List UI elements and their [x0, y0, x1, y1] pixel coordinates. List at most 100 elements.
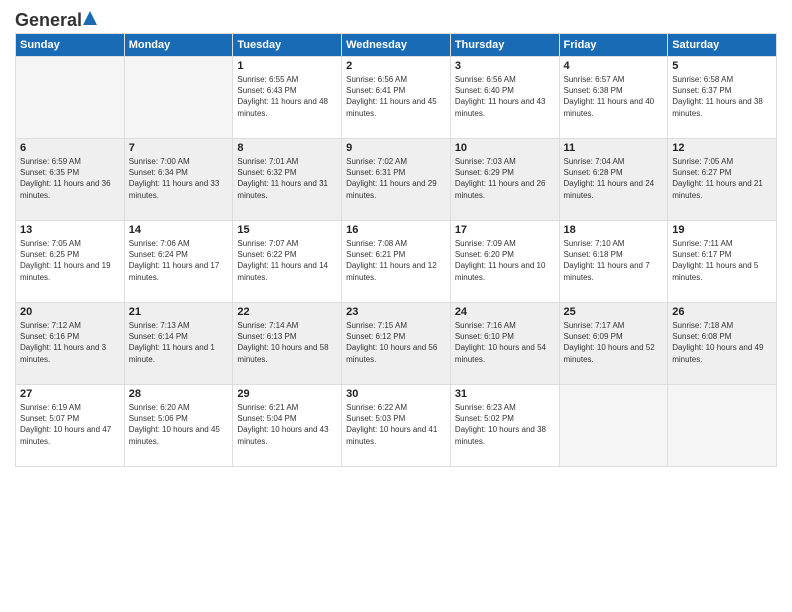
day-number: 18 [564, 224, 664, 236]
day-number: 20 [20, 306, 120, 318]
weekday-header: Saturday [668, 34, 777, 57]
day-number: 22 [237, 306, 337, 318]
cell-content: Sunrise: 6:56 AM Sunset: 6:41 PM Dayligh… [346, 74, 446, 119]
cell-content: Sunrise: 7:17 AM Sunset: 6:09 PM Dayligh… [564, 320, 664, 365]
calendar-cell: 9 Sunrise: 7:02 AM Sunset: 6:31 PM Daylig… [342, 139, 451, 221]
calendar-cell: 27 Sunrise: 6:19 AM Sunset: 5:07 PM Dayli… [16, 385, 125, 467]
day-number: 27 [20, 388, 120, 400]
cell-content: Sunrise: 6:23 AM Sunset: 5:02 PM Dayligh… [455, 402, 555, 447]
cell-content: Sunrise: 7:15 AM Sunset: 6:12 PM Dayligh… [346, 320, 446, 365]
cell-content: Sunrise: 7:16 AM Sunset: 6:10 PM Dayligh… [455, 320, 555, 365]
day-number: 28 [129, 388, 229, 400]
cell-content: Sunrise: 6:59 AM Sunset: 6:35 PM Dayligh… [20, 156, 120, 201]
calendar-cell: 22 Sunrise: 7:14 AM Sunset: 6:13 PM Dayli… [233, 303, 342, 385]
calendar-cell: 7 Sunrise: 7:00 AM Sunset: 6:34 PM Daylig… [124, 139, 233, 221]
cell-content: Sunrise: 6:22 AM Sunset: 5:03 PM Dayligh… [346, 402, 446, 447]
day-number: 16 [346, 224, 446, 236]
cell-content: Sunrise: 7:08 AM Sunset: 6:21 PM Dayligh… [346, 238, 446, 283]
cell-content: Sunrise: 7:10 AM Sunset: 6:18 PM Dayligh… [564, 238, 664, 283]
weekday-header: Wednesday [342, 34, 451, 57]
calendar-cell [668, 385, 777, 467]
header: General [15, 10, 777, 27]
page: General SundayMondayTuesdayWednesdayThur… [0, 0, 792, 612]
calendar: SundayMondayTuesdayWednesdayThursdayFrid… [15, 33, 777, 467]
cell-content: Sunrise: 7:00 AM Sunset: 6:34 PM Dayligh… [129, 156, 229, 201]
weekday-header: Sunday [16, 34, 125, 57]
calendar-cell: 8 Sunrise: 7:01 AM Sunset: 6:32 PM Daylig… [233, 139, 342, 221]
day-number: 10 [455, 142, 555, 154]
day-number: 12 [672, 142, 772, 154]
cell-content: Sunrise: 6:20 AM Sunset: 5:06 PM Dayligh… [129, 402, 229, 447]
calendar-cell: 14Sunrise: 7:06 AM Sunset: 6:24 PM Dayli… [124, 221, 233, 303]
day-number: 25 [564, 306, 664, 318]
calendar-cell: 12 Sunrise: 7:05 AM Sunset: 6:27 PM Dayli… [668, 139, 777, 221]
day-number: 13 [20, 224, 120, 236]
weekday-header: Monday [124, 34, 233, 57]
day-number: 29 [237, 388, 337, 400]
calendar-cell: 4Sunrise: 6:57 AM Sunset: 6:38 PM Daylig… [559, 57, 668, 139]
weekday-header: Friday [559, 34, 668, 57]
calendar-week-row: 6 Sunrise: 6:59 AM Sunset: 6:35 PM Daylig… [16, 139, 777, 221]
day-number: 15 [237, 224, 337, 236]
calendar-cell: 16 Sunrise: 7:08 AM Sunset: 6:21 PM Dayli… [342, 221, 451, 303]
cell-content: Sunrise: 6:56 AM Sunset: 6:40 PM Dayligh… [455, 74, 555, 119]
cell-content: Sunrise: 7:04 AM Sunset: 6:28 PM Dayligh… [564, 156, 664, 201]
calendar-cell: 31 Sunrise: 6:23 AM Sunset: 5:02 PM Dayli… [450, 385, 559, 467]
day-number: 2 [346, 60, 446, 72]
day-number: 14 [129, 224, 229, 236]
calendar-cell: 29 Sunrise: 6:21 AM Sunset: 5:04 PM Dayli… [233, 385, 342, 467]
cell-content: Sunrise: 6:58 AM Sunset: 6:37 PM Dayligh… [672, 74, 772, 119]
cell-content: Sunrise: 6:57 AM Sunset: 6:38 PM Dayligh… [564, 74, 664, 119]
weekday-header: Thursday [450, 34, 559, 57]
calendar-week-row: 27 Sunrise: 6:19 AM Sunset: 5:07 PM Dayli… [16, 385, 777, 467]
day-number: 5 [672, 60, 772, 72]
calendar-cell: 28 Sunrise: 6:20 AM Sunset: 5:06 PM Dayli… [124, 385, 233, 467]
cell-content: Sunrise: 7:01 AM Sunset: 6:32 PM Dayligh… [237, 156, 337, 201]
cell-content: Sunrise: 7:02 AM Sunset: 6:31 PM Dayligh… [346, 156, 446, 201]
cell-content: Sunrise: 6:21 AM Sunset: 5:04 PM Dayligh… [237, 402, 337, 447]
cell-content: Sunrise: 7:09 AM Sunset: 6:20 PM Dayligh… [455, 238, 555, 283]
calendar-cell: 1Sunrise: 6:55 AM Sunset: 6:43 PM Daylig… [233, 57, 342, 139]
calendar-cell: 10 Sunrise: 7:03 AM Sunset: 6:29 PM Dayli… [450, 139, 559, 221]
calendar-cell: 18 Sunrise: 7:10 AM Sunset: 6:18 PM Dayli… [559, 221, 668, 303]
day-number: 26 [672, 306, 772, 318]
day-number: 21 [129, 306, 229, 318]
calendar-cell: 21 Sunrise: 7:13 AM Sunset: 6:14 PM Dayli… [124, 303, 233, 385]
calendar-cell: 19Sunrise: 7:11 AM Sunset: 6:17 PM Dayli… [668, 221, 777, 303]
calendar-week-row: 1Sunrise: 6:55 AM Sunset: 6:43 PM Daylig… [16, 57, 777, 139]
calendar-cell: 11Sunrise: 7:04 AM Sunset: 6:28 PM Dayli… [559, 139, 668, 221]
cell-content: Sunrise: 7:05 AM Sunset: 6:27 PM Dayligh… [672, 156, 772, 201]
day-number: 8 [237, 142, 337, 154]
calendar-cell: 30Sunrise: 6:22 AM Sunset: 5:03 PM Dayli… [342, 385, 451, 467]
day-number: 7 [129, 142, 229, 154]
logo-general: General [15, 10, 82, 31]
cell-content: Sunrise: 7:13 AM Sunset: 6:14 PM Dayligh… [129, 320, 229, 365]
calendar-cell: 17 Sunrise: 7:09 AM Sunset: 6:20 PM Dayli… [450, 221, 559, 303]
calendar-cell [16, 57, 125, 139]
calendar-header-row: SundayMondayTuesdayWednesdayThursdayFrid… [16, 34, 777, 57]
cell-content: Sunrise: 7:05 AM Sunset: 6:25 PM Dayligh… [20, 238, 120, 283]
calendar-cell: 25 Sunrise: 7:17 AM Sunset: 6:09 PM Dayli… [559, 303, 668, 385]
cell-content: Sunrise: 7:07 AM Sunset: 6:22 PM Dayligh… [237, 238, 337, 283]
day-number: 9 [346, 142, 446, 154]
calendar-cell: 23 Sunrise: 7:15 AM Sunset: 6:12 PM Dayli… [342, 303, 451, 385]
calendar-week-row: 13 Sunrise: 7:05 AM Sunset: 6:25 PM Dayli… [16, 221, 777, 303]
weekday-header: Tuesday [233, 34, 342, 57]
calendar-cell: 6 Sunrise: 6:59 AM Sunset: 6:35 PM Daylig… [16, 139, 125, 221]
day-number: 6 [20, 142, 120, 154]
day-number: 23 [346, 306, 446, 318]
calendar-cell: 26 Sunrise: 7:18 AM Sunset: 6:08 PM Dayli… [668, 303, 777, 385]
cell-content: Sunrise: 7:12 AM Sunset: 6:16 PM Dayligh… [20, 320, 120, 365]
cell-content: Sunrise: 7:18 AM Sunset: 6:08 PM Dayligh… [672, 320, 772, 365]
calendar-cell: 24Sunrise: 7:16 AM Sunset: 6:10 PM Dayli… [450, 303, 559, 385]
cell-content: Sunrise: 7:14 AM Sunset: 6:13 PM Dayligh… [237, 320, 337, 365]
calendar-cell: 15 Sunrise: 7:07 AM Sunset: 6:22 PM Dayli… [233, 221, 342, 303]
calendar-cell: 3Sunrise: 6:56 AM Sunset: 6:40 PM Daylig… [450, 57, 559, 139]
cell-content: Sunrise: 6:19 AM Sunset: 5:07 PM Dayligh… [20, 402, 120, 447]
calendar-cell: 5 Sunrise: 6:58 AM Sunset: 6:37 PM Daylig… [668, 57, 777, 139]
calendar-cell: 2 Sunrise: 6:56 AM Sunset: 6:41 PM Daylig… [342, 57, 451, 139]
cell-content: Sunrise: 7:03 AM Sunset: 6:29 PM Dayligh… [455, 156, 555, 201]
day-number: 31 [455, 388, 555, 400]
day-number: 17 [455, 224, 555, 236]
logo-triangle-icon [83, 11, 97, 30]
